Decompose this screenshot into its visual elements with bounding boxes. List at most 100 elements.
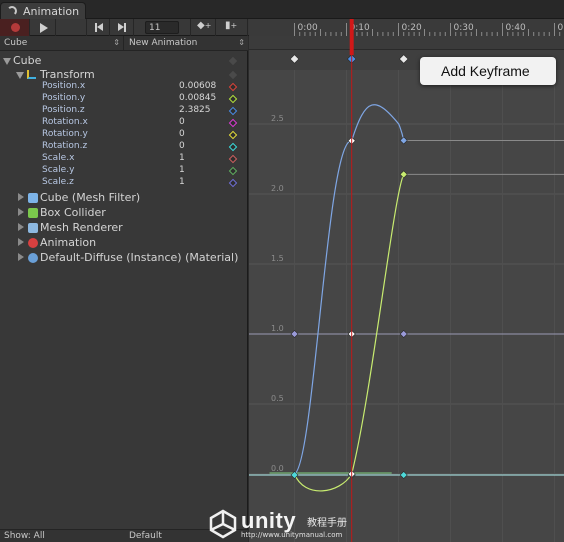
component-row[interactable]: Box Collider — [0, 206, 248, 220]
property-row[interactable]: Position.z 2.3825 — [0, 105, 248, 117]
component-label: Box Collider — [40, 206, 106, 219]
property-name: Scale.x — [42, 153, 75, 163]
foldout-closed-icon — [18, 223, 24, 231]
property-name: Rotation.y — [42, 129, 88, 139]
panel-footer: Show: All Default — [0, 529, 248, 542]
y-axis-label: 2.5 — [271, 114, 284, 123]
box-collider-icon — [28, 208, 38, 218]
y-axis-label: 2.0 — [271, 184, 284, 193]
property-row[interactable]: Rotation.x 0 — [0, 117, 248, 129]
ruler-label: 0:20 — [402, 23, 422, 33]
object-select[interactable]: Cube ⇕ — [0, 36, 124, 51]
add-keyframe-button[interactable]: ◆+ — [190, 19, 216, 36]
clip-select[interactable]: New Animation ⇕ — [124, 36, 248, 51]
wrap-mode-select[interactable]: Default — [129, 531, 162, 541]
tooltip-text: Add Keyframe — [441, 63, 530, 79]
root-label: Cube — [13, 54, 42, 67]
component-row[interactable]: Animation — [0, 236, 248, 250]
summary-keyframe-icon — [289, 54, 300, 64]
property-value[interactable]: 1 — [179, 177, 185, 187]
ruler-label: 0:50 — [558, 23, 564, 33]
record-icon — [11, 23, 20, 32]
y-axis-label: 0.5 — [271, 394, 284, 403]
record-button[interactable] — [0, 19, 30, 36]
property-row[interactable]: Scale.y 1 — [0, 165, 248, 177]
property-name: Position.x — [42, 81, 86, 91]
property-value[interactable]: 0 — [179, 141, 185, 151]
tab-animation[interactable]: Animation — [0, 2, 86, 19]
property-row[interactable]: Position.x 0.00608 — [0, 81, 248, 93]
keyframe-diamond-icon[interactable] — [228, 70, 238, 80]
add-event-icon: ▮+ — [225, 20, 238, 31]
frame-field[interactable] — [145, 21, 179, 34]
curve-graph[interactable]: 0:000:100:200:300:400:502.52.01.51.00.50… — [249, 19, 564, 542]
scale-keyframe-icon — [399, 330, 408, 338]
hierarchy-root[interactable]: Cube — [0, 54, 248, 68]
curve-color-diamond-icon[interactable] — [228, 118, 238, 128]
curve-color-diamond-icon[interactable] — [228, 178, 238, 188]
updown-icon: ⇕ — [238, 38, 245, 47]
tab-bar: Animation — [0, 0, 564, 19]
mesh-filter-icon — [28, 193, 38, 203]
property-row[interactable]: Scale.z 1 — [0, 177, 248, 189]
panel-header: Cube ⇕ New Animation ⇕ — [0, 36, 248, 51]
curve-color-diamond-icon[interactable] — [228, 82, 238, 92]
ruler-label: 0:40 — [506, 23, 526, 33]
property-name: Scale.z — [42, 177, 74, 187]
property-row[interactable]: Rotation.z 0 — [0, 141, 248, 153]
position-y-curve — [293, 174, 405, 492]
mesh-renderer-icon — [28, 223, 38, 233]
transform-row[interactable]: Transform — [0, 68, 248, 82]
component-row[interactable]: Cube (Mesh Filter) — [0, 191, 248, 205]
play-icon — [40, 23, 48, 33]
playhead-handle — [349, 19, 354, 55]
component-label: Cube (Mesh Filter) — [40, 191, 141, 204]
foldout-closed-icon — [18, 238, 24, 246]
transform-axis-icon — [27, 70, 36, 79]
property-name: Scale.y — [42, 165, 75, 175]
keyframe-diamond-icon[interactable] — [228, 56, 238, 66]
foldout-closed-icon — [18, 193, 24, 201]
property-name: Position.z — [42, 105, 85, 115]
scale-keyframe-icon — [290, 330, 299, 338]
play-button[interactable] — [30, 19, 56, 36]
property-value[interactable]: 2.3825 — [179, 105, 211, 115]
curve-color-diamond-icon[interactable] — [228, 166, 238, 176]
add-keyframe-tooltip: Add Keyframe — [420, 57, 556, 85]
updown-icon: ⇕ — [113, 38, 120, 47]
prev-keyframe-button[interactable] — [86, 19, 110, 36]
material-sphere-icon — [28, 253, 38, 263]
summary-keyframe-icon — [399, 54, 409, 64]
tab-label: Animation — [23, 5, 80, 18]
curve-color-diamond-icon[interactable] — [228, 154, 238, 164]
clip-select-label: New Animation — [129, 38, 198, 48]
property-value[interactable]: 1 — [179, 153, 185, 163]
animation-window: Animation ◆+ ▮+ Cu — [0, 0, 564, 542]
curve-color-diamond-icon[interactable] — [228, 142, 238, 152]
curve-color-diamond-icon[interactable] — [228, 106, 238, 116]
property-value[interactable]: 1 — [179, 165, 185, 175]
y-axis-label: 0.0 — [271, 464, 284, 473]
add-event-button[interactable]: ▮+ — [216, 19, 248, 36]
next-keyframe-button[interactable] — [110, 19, 134, 36]
component-row[interactable]: Mesh Renderer — [0, 221, 248, 235]
property-value[interactable]: 0 — [179, 117, 185, 127]
property-value[interactable]: 0.00845 — [179, 93, 216, 103]
component-label: Default-Diffuse (Instance) (Material) — [40, 251, 239, 264]
property-value[interactable]: 0.00608 — [179, 81, 216, 91]
y-axis-label: 1.0 — [271, 324, 284, 333]
property-row[interactable]: Rotation.y 0 — [0, 129, 248, 141]
property-name: Rotation.z — [42, 141, 88, 151]
show-select[interactable]: Show: All — [4, 531, 45, 541]
object-select-label: Cube — [4, 38, 28, 48]
curve-editor[interactable]: 0:000:100:200:300:400:502.52.01.51.00.50… — [249, 19, 564, 542]
curve-color-diamond-icon[interactable] — [228, 130, 238, 140]
property-value[interactable]: 0 — [179, 129, 185, 139]
curve-color-diamond-icon[interactable] — [228, 94, 238, 104]
property-row[interactable]: Position.y 0.00845 — [0, 93, 248, 105]
component-label: Mesh Renderer — [40, 221, 123, 234]
property-panel: Cube ⇕ New Animation ⇕ Cube Transform Po… — [0, 36, 248, 542]
component-row[interactable]: Default-Diffuse (Instance) (Material) — [0, 251, 248, 265]
property-row[interactable]: Scale.x 1 — [0, 153, 248, 165]
add-keyframe-icon: ◆+ — [197, 20, 212, 31]
